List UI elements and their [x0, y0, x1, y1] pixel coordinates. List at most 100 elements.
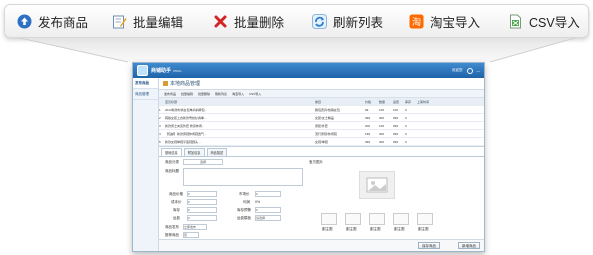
power-icon[interactable] — [466, 67, 473, 74]
page-title-text: 本地商品管理 — [170, 81, 201, 87]
new-product-button[interactable]: 新增商品 — [458, 242, 480, 249]
col-time[interactable]: 上架时间 — [417, 100, 435, 104]
mini-taobao[interactable]: 淘宝导入 — [232, 92, 244, 96]
publish-select[interactable]: 立即发布 — [183, 224, 207, 230]
red-x-icon — [213, 14, 228, 29]
table-row[interactable]: 1 2013新款时尚女包单肩斜挎包... 箱包皮具/热销女包 99 100 100 0 — [159, 106, 484, 114]
tab-desc[interactable]: 商品描述 — [206, 148, 228, 156]
mini-delete[interactable]: 批量删除 — [198, 92, 210, 96]
folder-icon — [163, 81, 168, 86]
refresh-icon — [312, 13, 327, 29]
refresh-list-button[interactable]: 刷新列表 — [300, 5, 397, 37]
mini-publish[interactable]: 发布商品 — [164, 92, 176, 96]
tab-basic[interactable]: 基础信息 — [161, 148, 182, 156]
table-row[interactable]: 3 新款男士夹克外套 修身休闲... 男装/外套 200 100 999 0 — [159, 122, 484, 130]
market-price-input[interactable]: 0 — [255, 191, 281, 197]
tab-extra[interactable]: 附加信息 — [183, 148, 205, 156]
top-toolbar: 发布商品 批量编辑 批量删除 刷新列表 淘 淘宝导入 CSV导入 — [4, 4, 589, 38]
sidebar: 发布商品 商品管理 — [133, 78, 159, 251]
batch-delete-label: 批量删除 — [234, 15, 285, 30]
profit-label: 利润 — [243, 200, 250, 204]
product-grid: 宝贝标题 类目 价格 数量 运费 库存 上架时间 1 2013新款时尚女包单肩斜挎… — [159, 98, 484, 147]
price-input[interactable]: 0 — [187, 191, 217, 197]
table-row[interactable]: 4 【包邮】新款男鞋休闲鞋透气... 流行男鞋/休闲鞋 199 400 999 0 — [159, 130, 484, 138]
app-name: 商铺助手 — [151, 68, 172, 74]
title-input[interactable] — [183, 168, 303, 186]
col-freight[interactable]: 运费 — [393, 100, 405, 104]
stock-input[interactable]: 0 — [187, 207, 217, 213]
sidebar-item-publish[interactable]: 发布商品 — [133, 78, 158, 89]
stock-label: 库存 — [173, 208, 180, 212]
cost-label: 成本价 — [171, 200, 182, 204]
refresh-list-label: 刷新列表 — [333, 15, 384, 30]
publish-product-label: 发布商品 — [38, 15, 89, 30]
svg-text:淘: 淘 — [412, 16, 421, 28]
title-label: 商品标题 — [165, 169, 179, 173]
thumb-slot[interactable] — [417, 213, 433, 225]
app-titlebar: 商铺助手 www... 欢迎您 — — [133, 63, 484, 78]
mini-csv[interactable]: CSV导入 — [249, 92, 261, 96]
mini-toolbar: 发布商品 批量编辑 批量删除 刷新列表 淘宝导入 CSV导入 — [159, 90, 484, 98]
thumb-label: 副主图 — [394, 227, 405, 231]
sidebar-item-manage[interactable]: 商品管理 — [133, 89, 158, 100]
col-title[interactable]: 宝贝标题 — [165, 100, 315, 104]
thumb-label: 副主图 — [346, 227, 357, 231]
app-window: 商铺助手 www... 欢迎您 — 发布商品 商品管理 本地商品管理 发布商品 … — [132, 62, 485, 252]
recommend-select[interactable]: 否 — [183, 232, 199, 238]
image-label: 宝贝图片 — [309, 160, 323, 164]
taobao-import-button[interactable]: 淘 淘宝导入 — [397, 5, 496, 37]
table-row[interactable]: 2 韩版女装上衣新款雪纺衫春季... 女装/女士精品 399 300 999 0 — [159, 114, 484, 122]
freight-select[interactable]: 请选择 — [255, 215, 281, 221]
publish-product-button[interactable]: 发布商品 — [5, 5, 100, 37]
publish-label: 商品发布 — [165, 225, 179, 229]
freight-label: 运费模板 — [237, 216, 251, 220]
app-subtitle: www... — [173, 68, 184, 73]
taobao-import-label: 淘宝导入 — [430, 15, 481, 30]
col-price[interactable]: 价格 — [365, 100, 379, 104]
recommend-label: 推荐商品 — [165, 233, 179, 237]
market-price-label: 市场价 — [239, 192, 250, 196]
csv-import-label: CSV导入 — [529, 15, 580, 30]
edit-pencil-icon — [112, 14, 127, 29]
app-logo-icon — [137, 65, 148, 76]
form-footer: 保存商品 新增商品 — [159, 239, 484, 251]
taobao-icon: 淘 — [409, 14, 424, 29]
thumb-slot[interactable] — [393, 213, 409, 225]
csv-import-button[interactable]: CSV导入 — [496, 5, 588, 37]
thumb-slot[interactable] — [321, 213, 337, 225]
warn-stock-label: 库存预警 — [237, 208, 251, 212]
thumb-label: 副主图 — [370, 227, 381, 231]
main-panel: 本地商品管理 发布商品 批量编辑 批量删除 刷新列表 淘宝导入 CSV导入 宝贝… — [159, 78, 484, 251]
detail-tabs: 基础信息 附加信息 商品描述 — [159, 148, 484, 157]
batch-delete-button[interactable]: 批量删除 — [201, 5, 300, 37]
batch-edit-button[interactable]: 批量编辑 — [100, 5, 201, 37]
profit-value: 0% — [255, 200, 261, 204]
mini-refresh[interactable]: 刷新列表 — [215, 92, 227, 96]
col-stock[interactable]: 库存 — [405, 100, 417, 104]
cost-input[interactable]: 0 — [187, 199, 217, 205]
warn-stock-input[interactable]: 0 — [255, 207, 281, 213]
col-qty[interactable]: 数量 — [379, 100, 393, 104]
csv-file-icon — [508, 14, 523, 29]
mini-edit[interactable]: 批量编辑 — [181, 92, 193, 96]
user-text: 欢迎您 — [452, 68, 463, 72]
thumb-slot[interactable] — [369, 213, 385, 225]
batch-edit-label: 批量编辑 — [133, 15, 184, 30]
weight-label: 运费 — [173, 216, 180, 220]
product-form: 商品分类 选择 商品标题 宝贝图片 商品价格 0 成本价 0 库存 0 运费 0… — [159, 157, 484, 239]
thumb-label: 副主图 — [418, 227, 429, 231]
save-product-button[interactable]: 保存商品 — [418, 242, 440, 249]
minimize-icon[interactable]: — — [477, 69, 481, 73]
price-label: 商品价格 — [169, 192, 183, 196]
upload-arrow-icon — [17, 14, 32, 29]
category-label: 商品分类 — [165, 160, 179, 164]
thumb-slot[interactable] — [345, 213, 361, 225]
col-category[interactable]: 类目 — [315, 100, 365, 104]
thumb-label: 副主图 — [322, 227, 333, 231]
grid-header: 宝贝标题 类目 价格 数量 运费 库存 上架时间 — [159, 98, 484, 106]
page-title: 本地商品管理 — [159, 78, 484, 90]
product-photo-placeholder[interactable] — [359, 171, 395, 199]
weight-input[interactable]: 0 — [187, 215, 217, 221]
table-row[interactable]: 5 新款女鞋单鞋平底鞋圆头 ... 女鞋/单鞋 399 400 999 0 — [159, 138, 484, 146]
category-select-button[interactable]: 选择 — [183, 159, 223, 165]
